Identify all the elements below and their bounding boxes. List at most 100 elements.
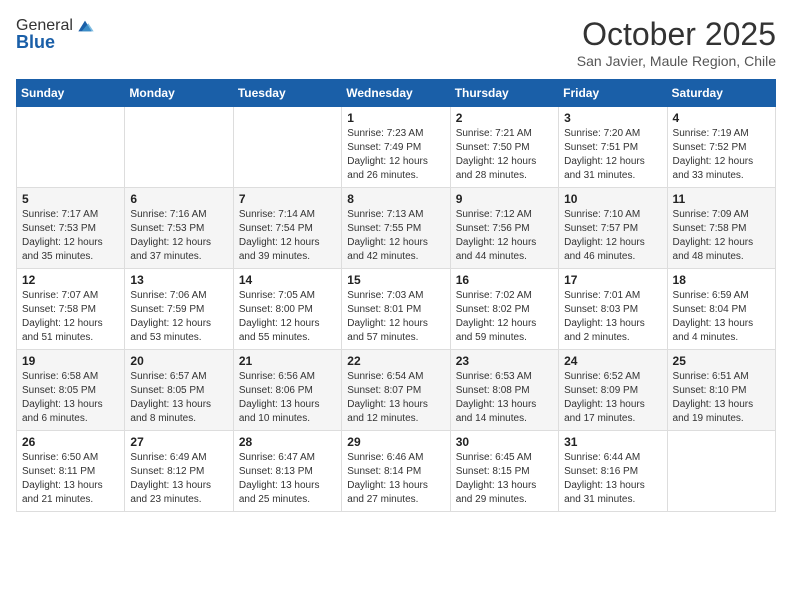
day-info: Sunrise: 6:56 AM Sunset: 8:06 PM Dayligh… (239, 370, 336, 426)
calendar-cell: 11Sunrise: 7:09 AM Sunset: 7:58 PM Dayli… (667, 188, 775, 269)
day-number: 26 (22, 435, 119, 449)
day-number: 5 (22, 192, 119, 206)
title-section: October 2025 San Javier, Maule Region, C… (577, 16, 776, 69)
logo-icon (75, 16, 95, 36)
day-info: Sunrise: 7:19 AM Sunset: 7:52 PM Dayligh… (673, 127, 770, 183)
calendar-day-header: Sunday (17, 80, 125, 107)
day-info: Sunrise: 7:02 AM Sunset: 8:02 PM Dayligh… (456, 289, 553, 345)
day-info: Sunrise: 6:53 AM Sunset: 8:08 PM Dayligh… (456, 370, 553, 426)
day-number: 8 (347, 192, 444, 206)
day-info: Sunrise: 6:59 AM Sunset: 8:04 PM Dayligh… (673, 289, 770, 345)
day-number: 7 (239, 192, 336, 206)
day-info: Sunrise: 7:16 AM Sunset: 7:53 PM Dayligh… (130, 208, 227, 264)
calendar-week-row: 19 Sunrise: 6:58 AM Sunset: 8:05 PM Dayli… (17, 350, 776, 431)
day-info: Sunrise: 7:07 AM Sunset: 7:58 PM Dayligh… (22, 289, 119, 345)
day-info: Sunrise: 7:14 AM Sunset: 7:54 PM Dayligh… (239, 208, 336, 264)
calendar-cell: 16 Sunrise: 7:02 AM Sunset: 8:02 PM Dayli… (450, 269, 558, 350)
month-year: October 2025 (577, 16, 776, 53)
day-number: 22 (347, 354, 444, 368)
calendar-cell: 27 Sunrise: 6:49 AM Sunset: 8:12 PM Dayli… (125, 431, 233, 512)
day-info: Sunrise: 6:51 AM Sunset: 8:10 PM Dayligh… (673, 370, 770, 426)
calendar-day-header: Saturday (667, 80, 775, 107)
day-number: 4 (673, 111, 770, 125)
day-number: 2 (456, 111, 553, 125)
day-info: Sunrise: 7:12 AM Sunset: 7:56 PM Dayligh… (456, 208, 553, 264)
day-number: 27 (130, 435, 227, 449)
calendar-cell: 8 Sunrise: 7:13 AM Sunset: 7:55 PM Daylig… (342, 188, 450, 269)
day-info: Sunrise: 6:49 AM Sunset: 8:12 PM Dayligh… (130, 451, 227, 507)
calendar-cell: 9 Sunrise: 7:12 AM Sunset: 7:56 PM Daylig… (450, 188, 558, 269)
calendar-cell: 24Sunrise: 6:52 AM Sunset: 8:09 PM Dayli… (559, 350, 667, 431)
day-number: 12 (22, 273, 119, 287)
day-info: Sunrise: 6:54 AM Sunset: 8:07 PM Dayligh… (347, 370, 444, 426)
calendar-day-header: Thursday (450, 80, 558, 107)
calendar-cell: 6 Sunrise: 7:16 AM Sunset: 7:53 PM Daylig… (125, 188, 233, 269)
day-number: 19 (22, 354, 119, 368)
day-number: 25 (673, 354, 770, 368)
calendar-cell: 4 Sunrise: 7:19 AM Sunset: 7:52 PM Daylig… (667, 107, 775, 188)
calendar-cell: 22 Sunrise: 6:54 AM Sunset: 8:07 PM Dayli… (342, 350, 450, 431)
calendar-day-header: Friday (559, 80, 667, 107)
day-number: 9 (456, 192, 553, 206)
calendar-cell (125, 107, 233, 188)
day-info: Sunrise: 6:58 AM Sunset: 8:05 PM Dayligh… (22, 370, 119, 426)
day-info: Sunrise: 7:06 AM Sunset: 7:59 PM Dayligh… (130, 289, 227, 345)
calendar-cell: 7 Sunrise: 7:14 AM Sunset: 7:54 PM Daylig… (233, 188, 341, 269)
calendar-cell: 20 Sunrise: 6:57 AM Sunset: 8:05 PM Dayli… (125, 350, 233, 431)
calendar-cell: 5 Sunrise: 7:17 AM Sunset: 7:53 PM Daylig… (17, 188, 125, 269)
day-number: 20 (130, 354, 227, 368)
day-number: 17 (564, 273, 661, 287)
calendar-week-row: 12 Sunrise: 7:07 AM Sunset: 7:58 PM Dayli… (17, 269, 776, 350)
day-number: 10 (564, 192, 661, 206)
location: San Javier, Maule Region, Chile (577, 53, 776, 69)
day-number: 14 (239, 273, 336, 287)
calendar-cell: 21Sunrise: 6:56 AM Sunset: 8:06 PM Dayli… (233, 350, 341, 431)
calendar-cell (17, 107, 125, 188)
calendar-week-row: 1 Sunrise: 7:23 AM Sunset: 7:49 PM Daylig… (17, 107, 776, 188)
day-number: 30 (456, 435, 553, 449)
calendar-cell: 14 Sunrise: 7:05 AM Sunset: 8:00 PM Dayli… (233, 269, 341, 350)
calendar-cell (667, 431, 775, 512)
day-info: Sunrise: 7:01 AM Sunset: 8:03 PM Dayligh… (564, 289, 661, 345)
day-info: Sunrise: 6:47 AM Sunset: 8:13 PM Dayligh… (239, 451, 336, 507)
day-info: Sunrise: 7:17 AM Sunset: 7:53 PM Dayligh… (22, 208, 119, 264)
calendar-week-row: 26 Sunrise: 6:50 AM Sunset: 8:11 PM Dayli… (17, 431, 776, 512)
day-number: 28 (239, 435, 336, 449)
day-info: Sunrise: 7:05 AM Sunset: 8:00 PM Dayligh… (239, 289, 336, 345)
calendar-table: SundayMondayTuesdayWednesdayThursdayFrid… (16, 79, 776, 512)
calendar-header-row: SundayMondayTuesdayWednesdayThursdayFrid… (17, 80, 776, 107)
day-number: 1 (347, 111, 444, 125)
calendar-cell: 25 Sunrise: 6:51 AM Sunset: 8:10 PM Dayli… (667, 350, 775, 431)
calendar-cell: 15Sunrise: 7:03 AM Sunset: 8:01 PM Dayli… (342, 269, 450, 350)
calendar-cell (233, 107, 341, 188)
day-number: 16 (456, 273, 553, 287)
day-number: 18 (673, 273, 770, 287)
day-info: Sunrise: 7:10 AM Sunset: 7:57 PM Dayligh… (564, 208, 661, 264)
calendar-day-header: Monday (125, 80, 233, 107)
day-info: Sunrise: 6:46 AM Sunset: 8:14 PM Dayligh… (347, 451, 444, 507)
calendar-cell: 28 Sunrise: 6:47 AM Sunset: 8:13 PM Dayli… (233, 431, 341, 512)
calendar-day-header: Wednesday (342, 80, 450, 107)
day-info: Sunrise: 7:23 AM Sunset: 7:49 PM Dayligh… (347, 127, 444, 183)
day-info: Sunrise: 6:45 AM Sunset: 8:15 PM Dayligh… (456, 451, 553, 507)
day-number: 31 (564, 435, 661, 449)
day-info: Sunrise: 7:09 AM Sunset: 7:58 PM Dayligh… (673, 208, 770, 264)
day-number: 6 (130, 192, 227, 206)
day-number: 29 (347, 435, 444, 449)
day-number: 24 (564, 354, 661, 368)
day-number: 23 (456, 354, 553, 368)
calendar-cell: 30 Sunrise: 6:45 AM Sunset: 8:15 PM Dayli… (450, 431, 558, 512)
page-header: General Blue October 2025 San Javier, Ma… (16, 16, 776, 69)
day-number: 3 (564, 111, 661, 125)
calendar-cell: 12 Sunrise: 7:07 AM Sunset: 7:58 PM Dayli… (17, 269, 125, 350)
calendar-cell: 18 Sunrise: 6:59 AM Sunset: 8:04 PM Dayli… (667, 269, 775, 350)
day-info: Sunrise: 7:21 AM Sunset: 7:50 PM Dayligh… (456, 127, 553, 183)
day-info: Sunrise: 6:50 AM Sunset: 8:11 PM Dayligh… (22, 451, 119, 507)
calendar-cell: 2 Sunrise: 7:21 AM Sunset: 7:50 PM Daylig… (450, 107, 558, 188)
day-info: Sunrise: 7:13 AM Sunset: 7:55 PM Dayligh… (347, 208, 444, 264)
day-info: Sunrise: 6:57 AM Sunset: 8:05 PM Dayligh… (130, 370, 227, 426)
calendar-cell: 13Sunrise: 7:06 AM Sunset: 7:59 PM Dayli… (125, 269, 233, 350)
calendar-cell: 19 Sunrise: 6:58 AM Sunset: 8:05 PM Dayli… (17, 350, 125, 431)
calendar-cell: 26 Sunrise: 6:50 AM Sunset: 8:11 PM Dayli… (17, 431, 125, 512)
calendar-cell: 10 Sunrise: 7:10 AM Sunset: 7:57 PM Dayli… (559, 188, 667, 269)
